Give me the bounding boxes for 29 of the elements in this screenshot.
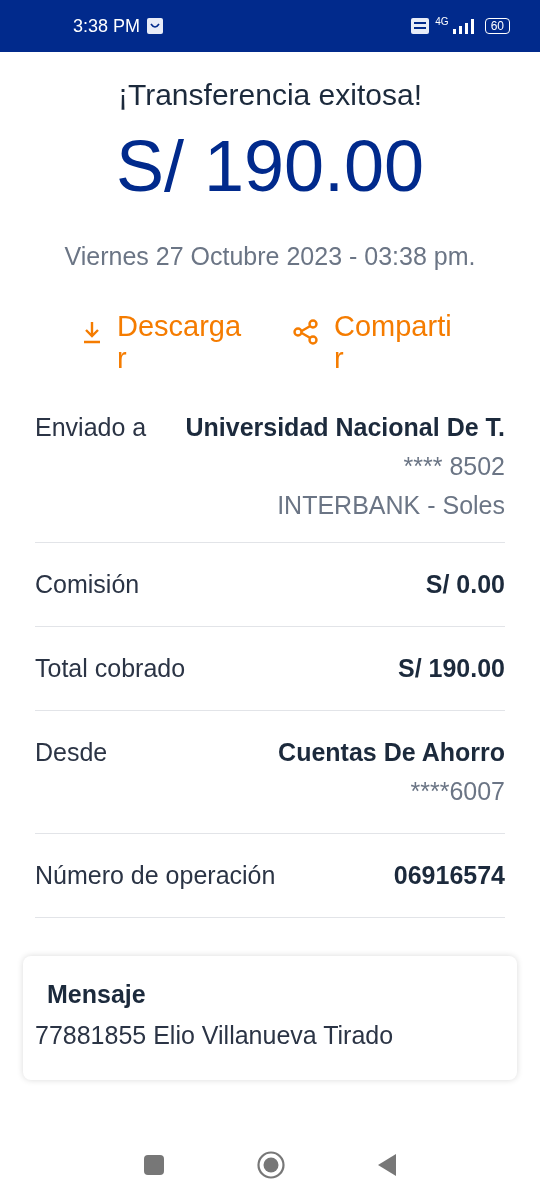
- recents-icon[interactable]: [143, 1154, 165, 1176]
- detail-label: Comisión: [35, 569, 140, 599]
- back-icon[interactable]: [377, 1153, 397, 1177]
- clock-time: 3:38 PM: [73, 15, 141, 37]
- recipient-label: Enviado a: [35, 412, 147, 442]
- amount-value: S/ 190.00: [114, 130, 426, 202]
- notification-icon: [146, 17, 165, 35]
- share-button[interactable]: Compartir: [292, 311, 459, 375]
- download-button[interactable]: Descargar: [81, 311, 242, 375]
- download-icon: [81, 319, 103, 345]
- success-title: ¡Transferencia exitosa!: [117, 78, 423, 112]
- share-icon: [292, 319, 320, 345]
- bank-name: INTERBANK - Soles: [277, 490, 505, 520]
- home-icon[interactable]: [257, 1151, 285, 1179]
- detail-label: Desde: [35, 737, 108, 767]
- message-title: Mensaje: [47, 979, 147, 1009]
- network-type: 4G: [435, 16, 449, 27]
- detail-value: S/ 0.00: [425, 569, 505, 599]
- detail-value: S/ 190.00: [397, 653, 505, 683]
- detail-label: Total cobrado: [35, 653, 186, 683]
- battery-level: 60: [484, 18, 510, 34]
- detail-value: ****6007: [410, 776, 505, 806]
- message-text: 77881855 Elio Villanueva Tirado: [35, 1020, 395, 1050]
- date-time: Viernes 27 Octubre 2023 - 03:38 pm.: [63, 242, 477, 271]
- account-number: **** 8502: [403, 451, 505, 481]
- detail-value: Cuentas De Ahorro: [278, 737, 505, 767]
- recipient-name: Universidad Nacional De T.: [185, 412, 505, 442]
- detail-label: Número de operación: [35, 860, 276, 890]
- detail-value: 06916574: [393, 860, 505, 890]
